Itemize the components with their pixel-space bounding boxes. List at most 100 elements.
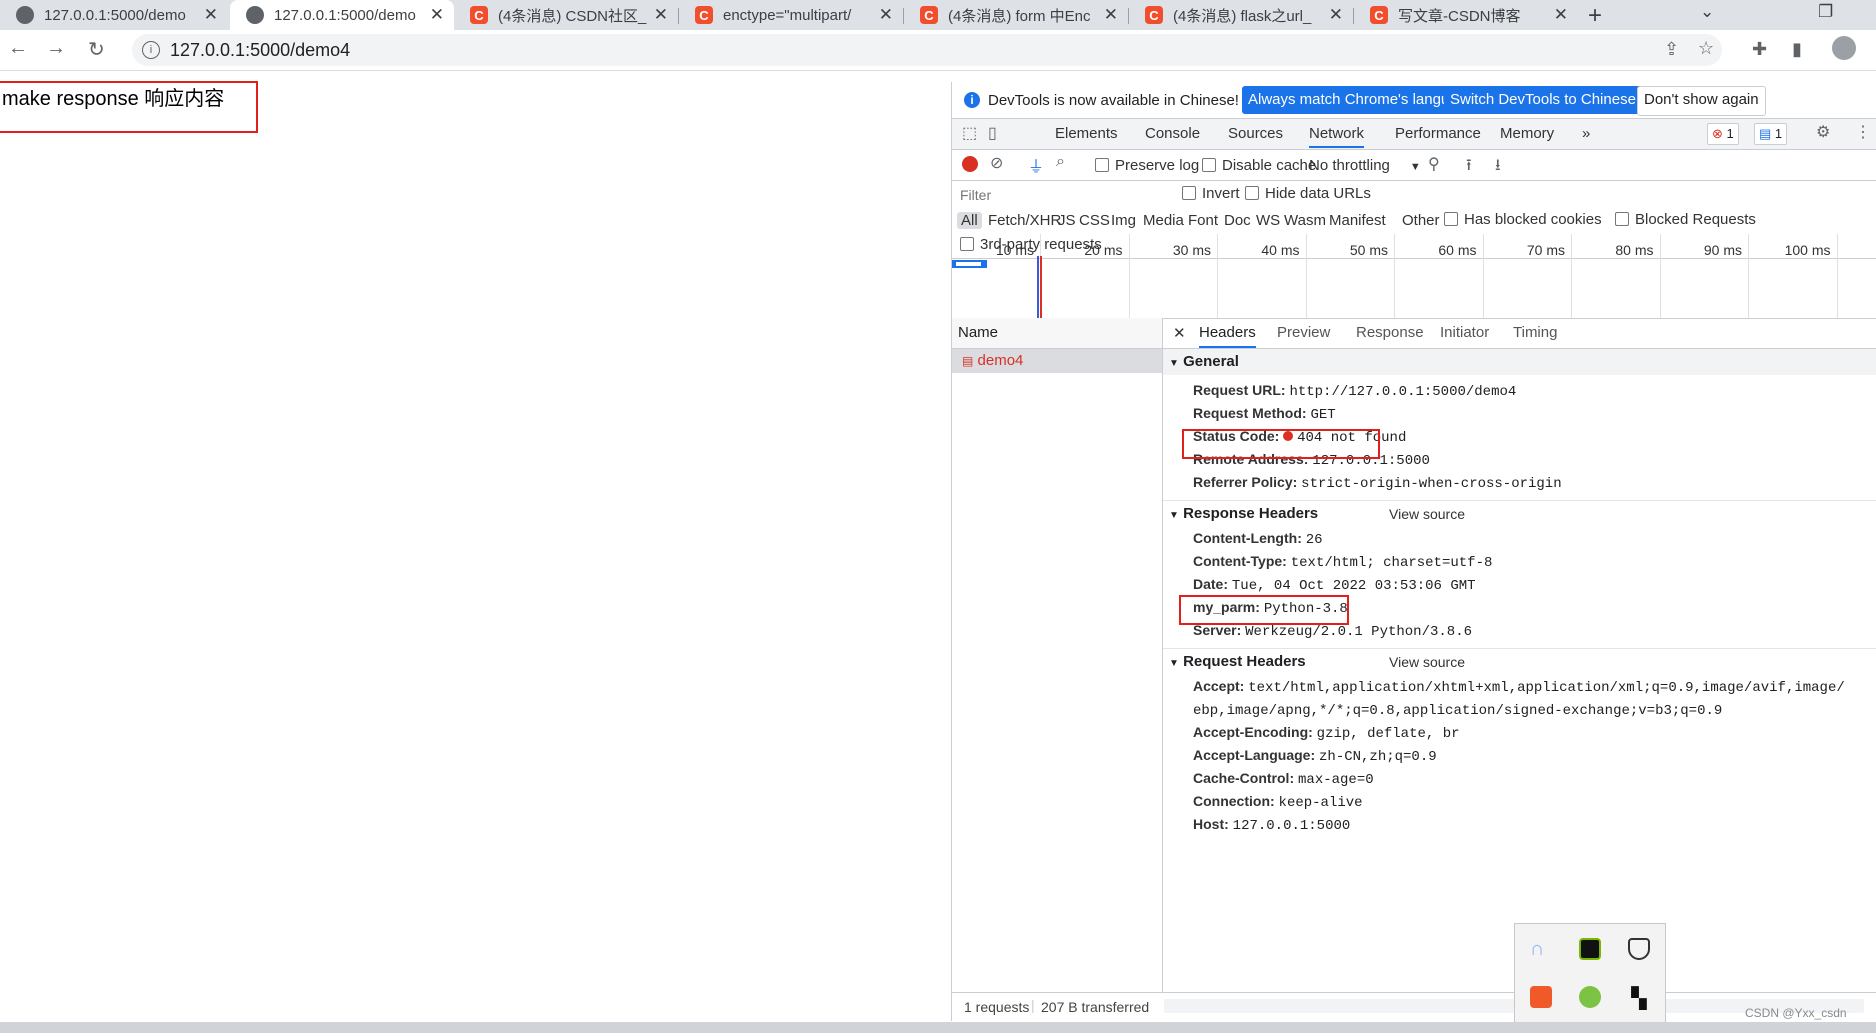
network-conditions-icon[interactable]: ⚲ [1428, 154, 1440, 174]
browser-tab[interactable]: C (4条消息) CSDN社区_ ✕ [454, 0, 678, 30]
settings-gear-icon[interactable]: ⚙ [1816, 122, 1830, 142]
search-icon[interactable]: ⌕ [1056, 153, 1065, 171]
network-overview-timeline[interactable]: 10 ms 20 ms 30 ms 40 ms 50 ms 60 ms 70 ms 80 ms… [952, 234, 1876, 319]
tab-initiator[interactable]: Initiator [1440, 324, 1489, 341]
disable-cache-label: Disable cache [1222, 157, 1317, 174]
record-icon[interactable] [962, 156, 978, 172]
error-count-badge[interactable]: ⊗ 1 [1707, 123, 1739, 145]
filter-funnel-icon[interactable]: ⏚ [1028, 153, 1044, 177]
type-filter[interactable]: Font [1188, 212, 1218, 229]
more-tabs-chevron-icon[interactable]: » [1582, 125, 1590, 142]
message-count-badge[interactable]: ▤ 1 [1754, 123, 1788, 145]
type-filter[interactable]: Media [1143, 212, 1184, 229]
close-icon[interactable]: ✕ [1554, 5, 1568, 25]
checkbox[interactable] [1245, 186, 1259, 200]
tab-timing[interactable]: Timing [1513, 324, 1557, 341]
profile-avatar[interactable] [1832, 36, 1856, 60]
import-har-icon[interactable]: ⭱ [1466, 154, 1472, 181]
back-arrow-icon[interactable]: ← [8, 37, 28, 60]
dont-show-again-button[interactable]: Don't show again [1637, 86, 1766, 116]
close-icon[interactable]: ✕ [1329, 5, 1343, 25]
close-icon[interactable]: ✕ [430, 5, 444, 25]
type-filter-all[interactable]: All [957, 212, 982, 229]
tab-memory[interactable]: Memory [1500, 125, 1554, 142]
tab-response[interactable]: Response [1356, 324, 1424, 341]
tab-performance[interactable]: Performance [1395, 125, 1481, 142]
type-filter[interactable]: Wasm [1284, 212, 1326, 229]
close-icon[interactable]: ✕ [204, 5, 218, 25]
export-har-icon[interactable]: ⭳ [1495, 154, 1501, 181]
side-panel-icon[interactable]: ▮ [1792, 39, 1802, 60]
hide-data-urls-checkbox[interactable]: Hide data URLs [1245, 185, 1371, 202]
forward-arrow-icon[interactable]: → [46, 37, 66, 60]
browser-tab[interactable]: 127.0.0.1:5000/demo ✕ [0, 0, 228, 30]
name-column-header[interactable]: Name [952, 318, 1162, 349]
type-filter[interactable]: Fetch/XHR [988, 212, 1061, 229]
tab-sources[interactable]: Sources [1228, 125, 1283, 142]
bookmark-star-icon[interactable]: ☆ [1698, 38, 1714, 59]
section-header[interactable]: ▼ Response Headers View source [1163, 501, 1876, 527]
share-icon[interactable]: ⇪ [1664, 39, 1679, 60]
browser-tab[interactable]: C 写文章-CSDN博客 ✕ [1354, 0, 1578, 30]
clear-icon[interactable]: ⊘ [990, 153, 1003, 173]
tab-network[interactable]: Network [1309, 125, 1365, 148]
view-source-link[interactable]: View source [1389, 649, 1465, 675]
header-row: Referrer Policy: strict-origin-when-cros… [1163, 471, 1876, 494]
checkbox[interactable] [1202, 158, 1216, 172]
section-header[interactable]: ▼ General [1163, 349, 1876, 375]
inspect-element-icon[interactable]: ⬚ [962, 123, 977, 143]
wechat-icon[interactable] [1579, 986, 1601, 1008]
reload-icon[interactable]: ↻ [88, 37, 105, 62]
checkbox[interactable] [1444, 212, 1458, 226]
extensions-icon[interactable]: ✚ [1752, 39, 1767, 60]
throttling-select[interactable]: No throttling ▼ [1309, 157, 1421, 174]
type-filter[interactable]: WS [1256, 212, 1280, 229]
tab-elements[interactable]: Elements [1055, 125, 1118, 142]
tab-headers[interactable]: Headers [1199, 324, 1256, 348]
preserve-log-checkbox[interactable]: Preserve log [1095, 157, 1199, 174]
invert-checkbox[interactable]: Invert [1182, 185, 1240, 202]
switch-to-chinese-button[interactable]: Switch DevTools to Chinese [1444, 86, 1642, 114]
checkbox[interactable] [1182, 186, 1196, 200]
close-icon[interactable]: ✕ [879, 5, 893, 25]
close-icon[interactable]: ✕ [1173, 324, 1186, 342]
type-filter[interactable]: Doc [1224, 212, 1251, 229]
more-options-icon[interactable]: ⋮ [1855, 122, 1871, 142]
blocked-requests-checkbox[interactable]: Blocked Requests [1615, 211, 1756, 228]
message-icon: ▤ [1759, 126, 1772, 141]
browser-tab[interactable]: C enctype="multipart/ ✕ [679, 0, 903, 30]
restore-window-icon[interactable]: ❐ [1818, 2, 1833, 22]
checkbox[interactable] [1615, 212, 1629, 226]
security-shield-icon[interactable] [1628, 938, 1650, 960]
view-source-link[interactable]: View source [1389, 501, 1465, 527]
type-filter[interactable]: JS [1058, 212, 1076, 229]
timeline-gridline [1482, 234, 1484, 318]
type-filter[interactable]: Other [1402, 212, 1440, 229]
address-bar[interactable]: i 127.0.0.1:5000/demo4 ⇪ ☆ [132, 34, 1722, 66]
tray-app-icon[interactable]: ∩ [1530, 938, 1552, 960]
tab-search-chevron-icon[interactable]: ⌄ [1700, 2, 1714, 22]
checkbox[interactable] [1095, 158, 1109, 172]
type-filter[interactable]: CSS [1079, 212, 1110, 229]
disable-cache-checkbox[interactable]: Disable cache [1202, 157, 1316, 174]
browser-tab[interactable]: C (4条消息) flask之url_ ✕ [1129, 0, 1353, 30]
nvidia-icon[interactable] [1579, 938, 1601, 960]
tab-console[interactable]: Console [1145, 125, 1200, 142]
has-blocked-cookies-checkbox[interactable]: Has blocked cookies [1444, 211, 1602, 228]
close-icon[interactable]: ✕ [654, 5, 668, 25]
type-filter[interactable]: Manifest [1329, 212, 1386, 229]
type-filter[interactable]: Img [1111, 212, 1136, 229]
device-toolbar-icon[interactable]: ▯ [988, 123, 997, 143]
tab-preview[interactable]: Preview [1277, 324, 1330, 341]
browser-tab[interactable]: C (4条消息) form 中Enc ✕ [904, 0, 1128, 30]
filter-input[interactable] [958, 184, 1162, 206]
section-header[interactable]: ▼ Request Headers View source [1163, 649, 1876, 675]
browser-tab-active[interactable]: 127.0.0.1:5000/demo ✕ [230, 0, 454, 30]
tray-app-icon[interactable] [1530, 986, 1552, 1008]
close-icon[interactable]: ✕ [1104, 5, 1118, 25]
bookmark-app-icon[interactable]: ▚ [1628, 986, 1650, 1010]
site-info-icon[interactable]: i [142, 41, 160, 59]
new-tab-button[interactable]: + [1588, 2, 1602, 30]
table-row[interactable]: ▤ demo4 [952, 349, 1162, 373]
header-row: Host: 127.0.0.1:5000 [1163, 813, 1876, 836]
